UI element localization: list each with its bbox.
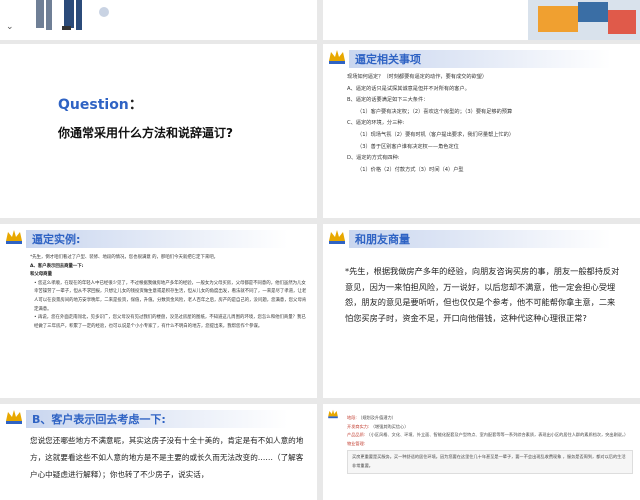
subheading: A、客户表示回去商量一下: xyxy=(30,263,84,269)
list-item: A、逼定的话只是试探其诚意是但并不对所有的客户。 xyxy=(347,85,470,92)
property-mgmt-box: 买房更重要是买服务。买一种舒适的居住环境。因为您要在这里住几十年甚至是一辈子，要… xyxy=(347,450,633,474)
title-bar: 逼定相关事项 xyxy=(349,50,611,68)
title-bar: 逼定实例: xyxy=(26,230,288,248)
slide-title: 和朋友商量 xyxy=(355,233,410,246)
slide-title: 逼定相关事项 xyxy=(355,53,421,66)
crown-icon xyxy=(329,50,345,64)
illustration-people xyxy=(36,0,109,30)
list-item: （1）价格（2）付款方式（3）时间（4）户型 xyxy=(357,166,464,173)
point-developer: 开发商实力: （增强其购买信心） xyxy=(347,423,409,429)
point-location: 地段: （规划及升值潜力） xyxy=(347,415,396,420)
list-item: 现场如何逼定？（时刻都要有逼定的动作，要有成交的欲望） xyxy=(347,74,488,80)
list-item: （3）善于区别客户谁有决定权——角色定位 xyxy=(357,143,459,150)
question-body: 你通常采用什么方法和说辞逼订? xyxy=(58,126,233,140)
slide-top-left-partial: ⌄ xyxy=(0,0,317,40)
title-bar: B、客户表示回去考虑一下: xyxy=(26,410,288,428)
slide-discuss-friends: 和朋友商量 *先生，根据我做房产多年的经验，向朋友咨询买房的事，朋友一般都持反对… xyxy=(323,224,640,398)
slide-title: B、客户表示回去考虑一下: xyxy=(32,413,166,426)
paragraph: • 再说，您在外面走南闯北，见多识广，您父母没有见过我们的楼盘，没见过房屋的图纸… xyxy=(34,315,306,329)
slide-question: Question： 你通常采用什么方法和说辞逼订? xyxy=(0,44,317,218)
paragraph: • 您这么孝顺，在现在的年轻人中已经很少见了，不过根据我做房地产多年的经验，一般… xyxy=(34,280,307,312)
crown-icon xyxy=(6,410,22,424)
slide-selling-points: 地段: （规划及升值潜力） 开发商实力: （增强其购买信心） 产品品质: （小区… xyxy=(323,404,640,500)
slide-closing-matters: 逼定相关事项 现场如何逼定？（时刻都要有逼定的动作，要有成交的欲望） A、逼定的… xyxy=(323,44,640,218)
list-item: B、逼定的话要满足如下三大条件： xyxy=(347,97,429,104)
point-quality: 产品品质: （小区风格、文化、环境、外立面、智能化配套及户型特点、室内配套等等一… xyxy=(347,432,629,438)
slide-closing-examples: 逼定实例: *先生，倒才咱们看过了户型、装修、地段的情况，您也很满意 的，那咱们… xyxy=(0,224,317,398)
list-item: C、逼定的环境，分三种: xyxy=(347,120,405,127)
question-colon: ： xyxy=(128,97,143,113)
examples-text: *先生，倒才咱们看过了户型、装修、地段的情况，您也很满意 的，那咱们今天就把它定… xyxy=(30,254,308,331)
consider-text: 您说您还哪些地方不满意呢，其实这房子没有十全十美的，肯定是有不如人意的地方，这就… xyxy=(30,436,304,479)
list-item: （1）客户要有决定权；（2）喜欢这个房型的；（3）要有足够的预算 xyxy=(357,108,513,115)
question-heading: Question： xyxy=(58,94,143,114)
slide-title: 逼定实例: xyxy=(32,233,81,246)
chevron-down-icon[interactable]: ⌄ xyxy=(6,22,14,32)
intro-text: *先生，倒才咱们看过了户型、装修、地段的情况，您也很满意 的，那咱们今天就把它定… xyxy=(30,255,219,260)
title-bar: 和朋友商量 xyxy=(349,230,611,248)
crown-icon xyxy=(328,409,338,419)
illustration-meeting xyxy=(528,0,640,40)
slide-top-right-partial xyxy=(323,0,640,40)
closing-list: 现场如何逼定？（时刻都要有逼定的动作，要有成交的欲望） A、逼定的话只是试探其诚… xyxy=(347,72,632,176)
question-label: Question xyxy=(58,97,129,113)
point-property-mgmt: 物业管理: xyxy=(347,440,366,446)
list-item: （1）现场气氛（2）要有时机（客户提出要求，我们尽量帮上忙的） xyxy=(357,131,515,138)
crown-icon xyxy=(6,230,22,244)
slide-consider: B、客户表示回去考虑一下: 您说您还哪些地方不满意呢，其实这房子没有十全十美的，… xyxy=(0,404,317,500)
crown-icon xyxy=(329,230,345,244)
friends-text: *先生，根据我做房产多年的经验，向朋友咨询买房的事，朋友一般都持反对意见，因为一… xyxy=(345,266,620,323)
subheading-2: 和父母商量 xyxy=(30,272,52,278)
selling-points-text: 地段: （规划及升值潜力） 开发商实力: （增强其购买信心） 产品品质: （小区… xyxy=(347,414,633,474)
list-item: D、逼定的方式有四种: xyxy=(347,155,400,162)
